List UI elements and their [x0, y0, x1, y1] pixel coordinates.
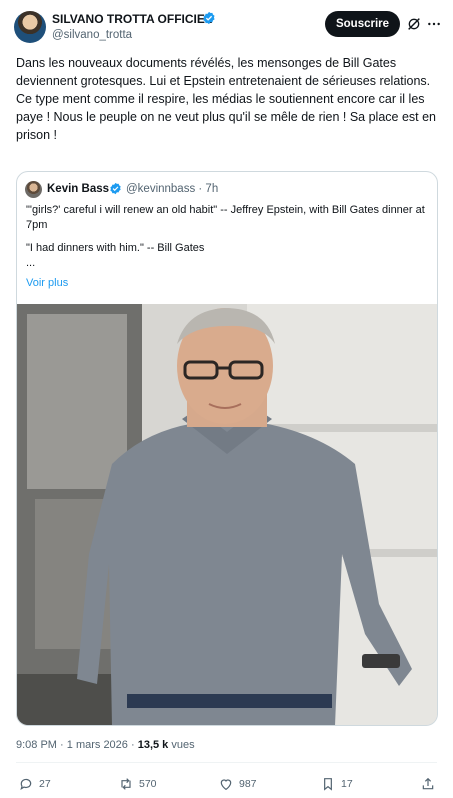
action-bar: 27 570 987 17 — [0, 772, 453, 798]
like-button[interactable]: 987 — [218, 776, 257, 792]
more-icon[interactable] — [426, 16, 442, 32]
reply-count: 27 — [39, 778, 51, 790]
quote-line: "I had dinners with him." -- Bill Gates … — [26, 242, 205, 269]
quote-author-avatar[interactable] — [25, 181, 42, 198]
views-count: 13,5 k — [137, 739, 169, 751]
subscribe-button[interactable]: Souscrire — [325, 11, 400, 37]
share-icon — [422, 777, 434, 790]
verified-badge-icon — [203, 11, 215, 25]
reply-button[interactable]: 27 — [18, 776, 51, 792]
bookmark-count: 17 — [341, 778, 353, 790]
share-button[interactable] — [420, 776, 436, 792]
author-handle[interactable]: @silvano_trotta — [52, 29, 132, 41]
meta-separator: · — [130, 739, 138, 751]
bookmark-icon — [324, 778, 332, 791]
verified-badge-icon — [110, 182, 121, 195]
post-text: Dans les nouveaux documents révélés, les… — [16, 54, 441, 144]
quote-author-handle[interactable]: @kevinnbass · 7h — [126, 183, 218, 195]
views-label: vues — [171, 739, 195, 751]
author-avatar[interactable] — [14, 11, 46, 43]
reply-icon — [20, 778, 32, 790]
post-meta: 9:08 PM · 1 mars 2026 · 13,5 k vues — [16, 739, 195, 751]
repost-icon — [121, 778, 131, 790]
repost-button[interactable]: 570 — [118, 776, 157, 792]
like-count: 987 — [239, 778, 257, 790]
post-time[interactable]: 9:08 PM — [16, 739, 57, 751]
post-date[interactable]: 1 mars 2026 — [67, 739, 128, 751]
post-header: SILVANO TROTTA OFFICIEL @silvano_trotta … — [0, 0, 453, 50]
like-icon — [220, 779, 232, 791]
bookmark-button[interactable]: 17 — [320, 776, 353, 792]
repost-count: 570 — [139, 778, 157, 790]
quote-text: "'girls?' careful i will renew an old ha… — [26, 203, 426, 271]
see-more-link[interactable]: Voir plus — [26, 277, 68, 289]
meta-separator: · — [60, 739, 67, 751]
quote-line: "'girls?' careful i will renew an old ha… — [26, 204, 425, 231]
quote-author-name[interactable]: Kevin Bass — [47, 183, 109, 195]
quoted-post[interactable]: Kevin Bass @kevinnbass · 7h "'girls?' ca… — [16, 171, 438, 726]
divider — [16, 762, 437, 763]
quote-photo[interactable] — [17, 304, 437, 726]
post-paragraph: Ce type ment comme il respire, les média… — [16, 92, 437, 142]
author-name[interactable]: SILVANO TROTTA OFFICIEL — [52, 12, 212, 26]
grok-icon[interactable] — [406, 16, 422, 32]
post-paragraph: Dans les nouveaux documents révélés, les… — [16, 56, 431, 88]
